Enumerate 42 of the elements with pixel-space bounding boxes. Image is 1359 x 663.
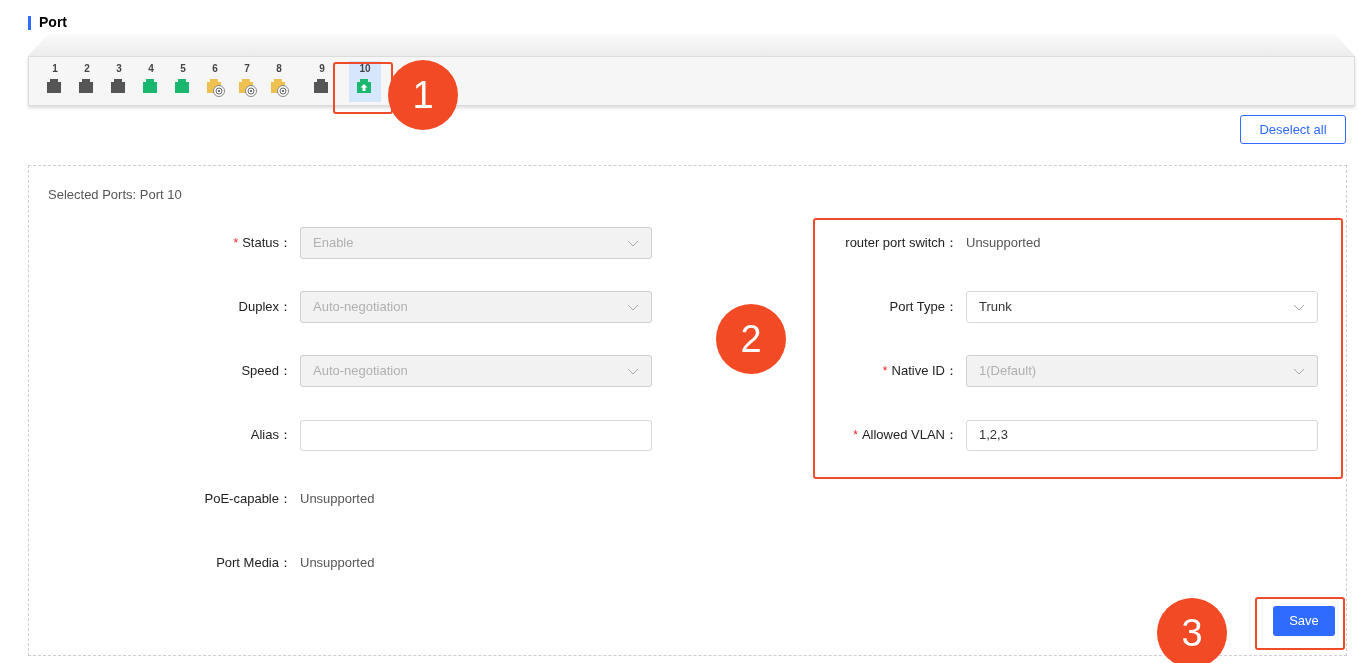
field-label: Allowed VLAN： [861, 426, 958, 445]
section-title: Port [39, 13, 67, 32]
port-button[interactable]: 9 [306, 61, 338, 102]
chevron-down-icon [1293, 367, 1305, 375]
required-asterisk: * [233, 235, 239, 252]
input-field[interactable] [300, 419, 652, 451]
save-button[interactable]: Save [1273, 606, 1335, 636]
field-label: Status： [242, 234, 292, 253]
field-label: Native ID： [891, 362, 958, 381]
deselect-all-button[interactable]: Deselect all [1240, 115, 1346, 144]
input-field[interactable]: 1,2,3 [966, 419, 1318, 451]
required-asterisk: * [853, 427, 858, 444]
field-label: Speed： [241, 362, 292, 381]
port-button[interactable]: 2 [71, 61, 103, 102]
field-label: Duplex： [238, 298, 292, 317]
field-value: Unsupported [966, 234, 1041, 253]
field-value: Unsupported [300, 490, 375, 509]
highlight-frame [333, 62, 393, 114]
port-button[interactable]: 6 [199, 61, 231, 102]
field-label: router port switch： [845, 234, 958, 253]
chevron-down-icon [627, 303, 639, 311]
chevron-down-icon [627, 367, 639, 375]
port-button[interactable]: 1 [39, 61, 71, 102]
chevron-down-icon [1293, 303, 1305, 311]
port-button[interactable]: 3 [103, 61, 135, 102]
port-button[interactable]: 10 [349, 61, 381, 102]
required-asterisk: * [882, 363, 888, 380]
title-accent-bar [28, 15, 31, 30]
port-button[interactable]: 8 [263, 61, 295, 102]
selected-ports-text: Selected Ports: Port 10 [48, 186, 182, 204]
field-label: PoE-capable： [204, 490, 292, 509]
port-button[interactable]: 5 [167, 61, 199, 102]
field-value: Unsupported [300, 554, 375, 573]
port-button[interactable]: 7 [231, 61, 263, 102]
field-label: Alias： [250, 426, 292, 445]
dropdown[interactable]: Trunk [966, 291, 1318, 323]
field-label: Port Media： [216, 554, 292, 573]
chevron-down-icon [627, 239, 639, 247]
callout-number-badge: 3 [1157, 598, 1227, 663]
field-label: Port Type： [889, 298, 958, 317]
port-button[interactable]: 4 [135, 61, 167, 102]
callout-number-badge: 2 [716, 304, 786, 374]
